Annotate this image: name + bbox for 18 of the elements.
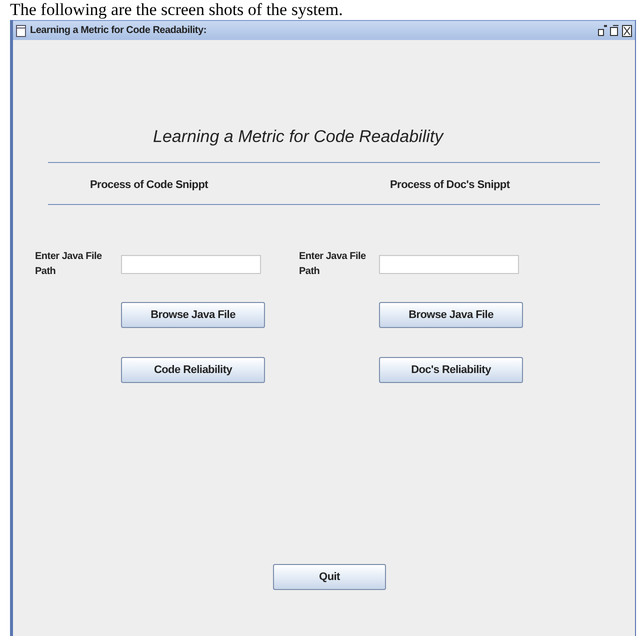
action-button[interactable]: Browse Java File — [379, 302, 523, 328]
maximize-icon[interactable] — [610, 25, 619, 36]
section-title: Process of Doc's Snippt — [390, 178, 510, 190]
section-title: Process of Code Snippt — [90, 178, 208, 190]
caption-text: The following are the screen shots of the system. — [10, 0, 343, 20]
quit-button[interactable]: Quit — [273, 564, 386, 590]
app-heading: Learning a Metric for Code Readability — [153, 127, 444, 146]
window-icon — [16, 24, 26, 36]
action-button[interactable]: Browse Java File — [121, 302, 265, 328]
file-path-field[interactable] — [121, 254, 261, 274]
window-title: Learning a Metric for Code Readability: — [30, 24, 206, 38]
file-path-field[interactable] — [379, 254, 519, 274]
action-button[interactable]: Code Reliability — [121, 357, 265, 383]
close-icon[interactable] — [622, 24, 632, 36]
action-button[interactable]: Doc's Reliability — [379, 357, 523, 383]
field-label: Enter Java File Path — [35, 250, 103, 279]
field-label: Enter Java File Path — [299, 250, 367, 279]
iconify-icon[interactable] — [598, 25, 607, 36]
